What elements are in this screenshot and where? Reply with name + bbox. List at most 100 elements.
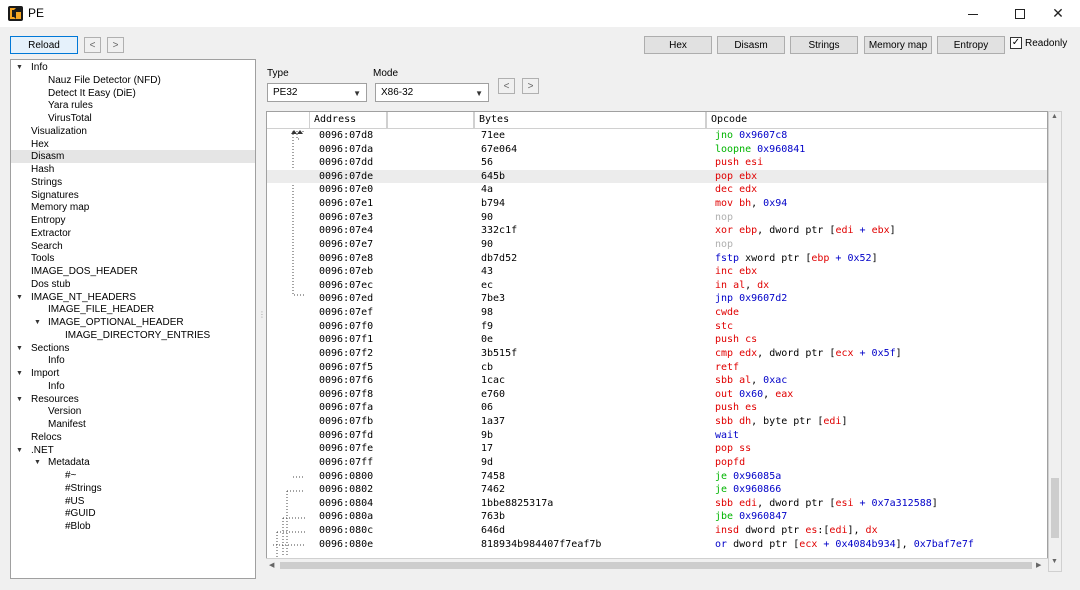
tree-item[interactable]: Relocs bbox=[11, 431, 255, 444]
tree-item[interactable]: #US bbox=[11, 495, 255, 508]
table-row[interactable]: 0096:07f6 1cac sbb al, 0xac bbox=[267, 374, 1047, 388]
table-row[interactable]: 0096:0804 1bbe8825317a sbb edi, dword ptr … bbox=[267, 497, 1047, 511]
tree-item[interactable]: IMAGE_FILE_HEADER bbox=[11, 303, 255, 316]
table-row[interactable]: 0096:07f0 f9 stc bbox=[267, 320, 1047, 334]
expand-arrow-icon[interactable]: ▼ bbox=[16, 61, 23, 74]
tree-item[interactable]: ▼ .NET bbox=[11, 444, 255, 457]
close-button[interactable]: ✕ bbox=[1035, 0, 1080, 27]
tree-item[interactable]: ▼ Import bbox=[11, 367, 255, 380]
table-row[interactable]: 0096:080a 763b jbe 0x960847 bbox=[267, 510, 1047, 524]
tree-item[interactable]: #Blob bbox=[11, 520, 255, 533]
table-row[interactable]: 0096:07ed 7be3 jnp 0x9607d2 bbox=[267, 292, 1047, 306]
table-row[interactable]: 0096:07f5 cb retf bbox=[267, 361, 1047, 375]
readonly-checkbox[interactable]: ✓ bbox=[1010, 37, 1022, 49]
expand-arrow-icon[interactable]: ▼ bbox=[16, 367, 23, 380]
tree-item[interactable]: Yara rules bbox=[11, 99, 255, 112]
tree-item[interactable]: ▼ Sections bbox=[11, 342, 255, 355]
table-row[interactable]: 0096:07fb 1a37 sbb dh, byte ptr [edi] bbox=[267, 415, 1047, 429]
scroll-right-icon[interactable]: ▶ bbox=[1036, 561, 1041, 569]
mode-select[interactable]: X86-32 ▼ bbox=[375, 83, 489, 102]
disasm-back-button[interactable]: < bbox=[498, 78, 515, 94]
table-row[interactable]: 0096:07e3 90 nop bbox=[267, 211, 1047, 225]
tree-item[interactable]: Entropy bbox=[11, 214, 255, 227]
column-header-label[interactable] bbox=[387, 112, 474, 129]
tree-item[interactable]: Visualization bbox=[11, 125, 255, 138]
tree-item[interactable]: Nauz File Detector (NFD) bbox=[11, 74, 255, 87]
tree-item[interactable]: ▼ IMAGE_NT_HEADERS bbox=[11, 291, 255, 304]
scroll-down-icon[interactable]: ▼ bbox=[1051, 558, 1058, 565]
navigation-tree[interactable]: ▼ Info Nauz File Detector (NFD) Detect It E… bbox=[10, 59, 256, 579]
tree-item[interactable]: Extractor bbox=[11, 227, 255, 240]
hex-button[interactable]: Hex bbox=[644, 36, 712, 54]
expand-arrow-icon[interactable]: ▼ bbox=[16, 342, 23, 355]
minimize-button[interactable] bbox=[950, 0, 996, 27]
table-row[interactable]: 0096:07fa 06 push es bbox=[267, 401, 1047, 415]
expand-arrow-icon[interactable]: ▼ bbox=[34, 456, 41, 469]
tree-item[interactable]: #GUID bbox=[11, 507, 255, 520]
table-row[interactable]: 0096:07e8 db7d52 fstp xword ptr [ebp + 0x5… bbox=[267, 252, 1047, 266]
tree-item[interactable]: Disasm bbox=[11, 150, 255, 164]
strings-button[interactable]: Strings bbox=[790, 36, 858, 54]
table-row[interactable]: 0096:07ef 98 cwde bbox=[267, 306, 1047, 320]
column-header-opcode[interactable]: Opcode bbox=[706, 112, 1047, 129]
table-row[interactable]: 0096:07d8 71ee jno 0x9607c8 bbox=[267, 129, 1047, 143]
readonly-toggle[interactable]: ✓ Readonly bbox=[1010, 37, 1067, 49]
table-row[interactable]: 0096:080e 818934b984407f7eaf7b or dword pt… bbox=[267, 538, 1047, 552]
back-button[interactable]: < bbox=[84, 37, 101, 53]
tree-item[interactable]: Hex bbox=[11, 138, 255, 151]
entropy-button[interactable]: Entropy bbox=[937, 36, 1005, 54]
table-row[interactable]: 0096:07f8 e760 out 0x60, eax bbox=[267, 388, 1047, 402]
scroll-left-icon[interactable]: ◀ bbox=[269, 561, 274, 569]
tree-item[interactable]: Hash bbox=[11, 163, 255, 176]
tree-item[interactable]: ▼ IMAGE_OPTIONAL_HEADER bbox=[11, 316, 255, 329]
table-row[interactable]: 0096:07ff 9d popfd bbox=[267, 456, 1047, 470]
tree-item[interactable]: Signatures bbox=[11, 189, 255, 202]
expand-arrow-icon[interactable]: ▼ bbox=[16, 444, 23, 457]
table-row[interactable]: 0096:07e4 332c1f xor ebp, dword ptr [edi +… bbox=[267, 224, 1047, 238]
tree-item[interactable]: ▼ Metadata bbox=[11, 456, 255, 469]
table-row[interactable]: 0096:07f2 3b515f cmp edx, dword ptr [ecx +… bbox=[267, 347, 1047, 361]
table-row[interactable]: 0096:07ec ec in al, dx bbox=[267, 279, 1047, 293]
horizontal-scrollbar[interactable]: ◀ ▶ bbox=[266, 558, 1048, 572]
tree-item[interactable]: Info bbox=[11, 354, 255, 367]
scroll-up-icon[interactable]: ▲ bbox=[1051, 113, 1058, 120]
tree-item[interactable]: Search bbox=[11, 240, 255, 253]
tree-item[interactable]: Info bbox=[11, 380, 255, 393]
tree-item[interactable]: IMAGE_DIRECTORY_ENTRIES bbox=[11, 329, 255, 342]
tree-item[interactable]: ▼ Info bbox=[11, 61, 255, 74]
expand-arrow-icon[interactable]: ▼ bbox=[34, 316, 41, 329]
table-row[interactable]: 0096:07fd 9b wait bbox=[267, 429, 1047, 443]
table-row[interactable]: 0096:07da 67e064 loopne 0x960841 bbox=[267, 143, 1047, 157]
vertical-scrollbar[interactable]: ▲ ▼ bbox=[1048, 111, 1062, 572]
disasm-forward-button[interactable]: > bbox=[522, 78, 539, 94]
expand-arrow-icon[interactable]: ▼ bbox=[16, 291, 23, 304]
tree-item[interactable]: Manifest bbox=[11, 418, 255, 431]
disasm-button[interactable]: Disasm bbox=[717, 36, 785, 54]
table-row[interactable]: 0096:080c 646d insd dword ptr es:[edi], dx bbox=[267, 524, 1047, 538]
tree-item[interactable]: Memory map bbox=[11, 201, 255, 214]
tree-item[interactable]: Tools bbox=[11, 252, 255, 265]
table-row[interactable]: 0096:07e7 90 nop bbox=[267, 238, 1047, 252]
tree-item[interactable]: Strings bbox=[11, 176, 255, 189]
column-header-bytes[interactable]: Bytes bbox=[474, 112, 706, 129]
disasm-table[interactable]: Address Bytes Opcode 0096:07d8 71ee jno 0x… bbox=[266, 111, 1048, 572]
tree-item[interactable]: IMAGE_DOS_HEADER bbox=[11, 265, 255, 278]
vertical-scroll-thumb[interactable] bbox=[1051, 478, 1059, 538]
table-row[interactable]: 0096:07eb 43 inc ebx bbox=[267, 265, 1047, 279]
table-row[interactable]: 0096:07e0 4a dec edx bbox=[267, 183, 1047, 197]
splitter-handle[interactable]: ⋮ bbox=[258, 310, 266, 322]
type-select[interactable]: PE32 ▼ bbox=[267, 83, 367, 102]
memory-map-button[interactable]: Memory map bbox=[864, 36, 932, 54]
table-row[interactable]: 0096:0800 7458 je 0x96085a bbox=[267, 470, 1047, 484]
tree-item[interactable]: ▼ Resources bbox=[11, 393, 255, 406]
reload-button[interactable]: Reload bbox=[10, 36, 78, 54]
table-row[interactable]: 0096:0802 7462 je 0x960866 bbox=[267, 483, 1047, 497]
tree-item[interactable]: Version bbox=[11, 405, 255, 418]
tree-item[interactable]: Dos stub bbox=[11, 278, 255, 291]
forward-button[interactable]: > bbox=[107, 37, 124, 53]
horizontal-scroll-thumb[interactable] bbox=[280, 562, 1032, 569]
tree-item[interactable]: #~ bbox=[11, 469, 255, 482]
column-header-address[interactable]: Address bbox=[309, 112, 387, 129]
expand-arrow-icon[interactable]: ▼ bbox=[16, 393, 23, 406]
table-row[interactable]: 0096:07fe 17 pop ss bbox=[267, 442, 1047, 456]
